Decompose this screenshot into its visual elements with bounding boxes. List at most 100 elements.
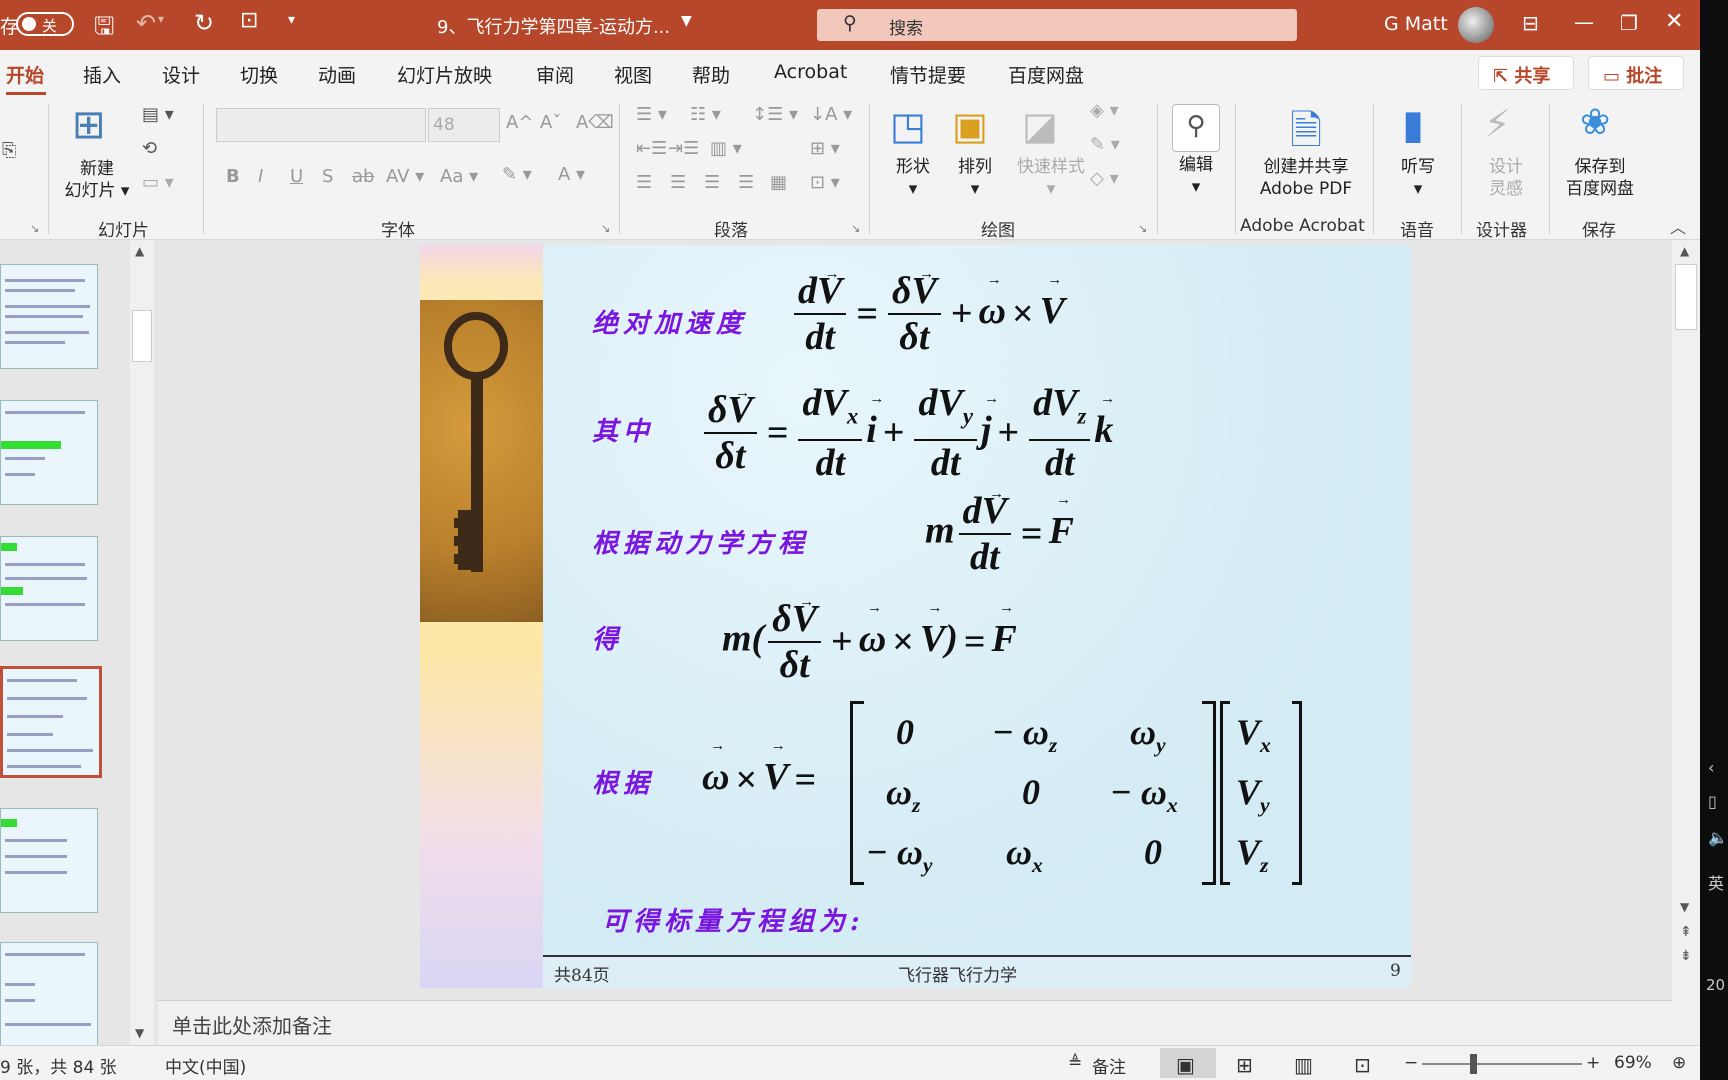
chevron-left-icon[interactable]: ‹ (1708, 758, 1714, 777)
tab-view[interactable]: 视图 (614, 61, 652, 88)
drawing-launcher-icon[interactable]: ↘ (1138, 222, 1147, 235)
slide-thumbnail[interactable] (0, 942, 98, 1047)
shape-outline-icon[interactable]: ✎ ▾ (1090, 134, 1120, 155)
notes-scrollbar[interactable] (1672, 1000, 1700, 1045)
save-to-baidu-button[interactable]: 保存到 百度网盘 (1560, 156, 1640, 200)
shapes-button[interactable]: 形状 ▾ (884, 156, 942, 200)
user-name[interactable]: G Matt (1384, 13, 1448, 35)
increase-indent-icon[interactable]: ⇥☰ (668, 138, 699, 159)
layout-icon[interactable]: ▤ ▾ (142, 104, 174, 125)
document-title[interactable]: 9、飞行力学第四章-运动方... (437, 13, 670, 39)
slide[interactable]: 绝对加速度 dVdt=δVδt+ω×V 其中 δVδt=dVxdti+dVydt… (420, 245, 1411, 988)
quick-styles-button[interactable]: 快速样式 ▾ (1008, 156, 1094, 200)
new-slide-button[interactable]: 新建 幻灯片 ▾ (62, 158, 132, 202)
bold-icon[interactable]: B (226, 166, 240, 187)
font-name-field[interactable] (216, 108, 426, 142)
distribute-icon[interactable]: ▦ (770, 172, 787, 193)
zoom-level[interactable]: 69% (1614, 1053, 1652, 1073)
design-ideas-button[interactable]: 设计 灵感 (1474, 156, 1538, 200)
scroll-up-icon[interactable]: ▲ (1680, 244, 1689, 258)
slide-thumbnail[interactable] (0, 536, 98, 641)
section-icon[interactable]: ▭ ▾ (142, 172, 174, 193)
slide-thumbnail[interactable] (0, 400, 98, 505)
numbering-icon[interactable]: ☷ ▾ (690, 104, 721, 125)
increase-font-icon[interactable]: A^ (506, 112, 533, 133)
tab-acrobat[interactable]: Acrobat (774, 61, 847, 83)
dictate-button[interactable]: 听写 ▾ (1386, 156, 1450, 200)
present-icon[interactable]: ⊡ (240, 8, 258, 33)
tab-transitions[interactable]: 切换 (240, 61, 278, 88)
text-direction-icon[interactable]: ↓A ▾ (810, 104, 852, 125)
tab-review[interactable]: 审阅 (536, 61, 574, 88)
zoom-slider-handle[interactable] (1470, 1054, 1477, 1074)
strikethrough-icon[interactable]: ab (352, 166, 374, 187)
font-launcher-icon[interactable]: ↘ (601, 222, 610, 235)
tab-animations[interactable]: 动画 (318, 61, 356, 88)
change-case-icon[interactable]: Aa ▾ (440, 166, 478, 187)
notes-pane[interactable]: 单击此处添加备注 (158, 1000, 1672, 1045)
tab-insert[interactable]: 插入 (83, 61, 121, 88)
create-pdf-button[interactable]: 创建并共享 Adobe PDF (1246, 156, 1366, 200)
align-center-icon[interactable]: ☰ (670, 172, 686, 193)
normal-view-icon[interactable]: ▣ (1176, 1053, 1195, 1077)
line-spacing-icon[interactable]: ↕☰ ▾ (752, 104, 798, 125)
bullets-icon[interactable]: ☰ ▾ (636, 104, 667, 125)
font-size-field[interactable]: 48 (428, 108, 500, 142)
restore-icon[interactable]: ❐ (1620, 11, 1638, 35)
volume-icon[interactable]: 🔈 (1708, 828, 1728, 847)
tab-help[interactable]: 帮助 (692, 61, 730, 88)
previous-slide-icon[interactable]: ⇞ (1680, 924, 1692, 940)
fit-to-window-icon[interactable]: ⊕ (1672, 1053, 1686, 1073)
underline-icon[interactable]: U (290, 166, 303, 187)
tab-storyboard[interactable]: 情节提要 (890, 61, 966, 88)
tab-home[interactable]: 开始 (6, 61, 44, 88)
highlight-icon[interactable]: ✎ ▾ (502, 164, 532, 185)
slide-thumbnail-current[interactable] (0, 666, 102, 778)
decrease-indent-icon[interactable]: ⇤☰ (636, 138, 667, 159)
spacing-icon[interactable]: AV ▾ (386, 166, 424, 187)
decrease-font-icon[interactable]: Aˇ (540, 112, 561, 133)
shape-effects-icon[interactable]: ◇ ▾ (1090, 168, 1119, 189)
undo-dropdown-icon[interactable]: ▾ (158, 12, 164, 26)
align-right-icon[interactable]: ☰ (704, 172, 720, 193)
scroll-down-icon[interactable]: ▼ (1680, 900, 1689, 914)
language-indicator[interactable]: 中文(中国) (165, 1053, 246, 1078)
slide-thumbnail[interactable] (0, 264, 98, 369)
copy-icon[interactable]: ⎘ (2, 140, 16, 161)
comment-button[interactable]: ▭ 批注 (1588, 56, 1684, 90)
notes-toggle-icon[interactable]: ≜ (1068, 1053, 1082, 1073)
slideshow-icon[interactable]: ⊡ (1354, 1053, 1371, 1077)
scrollbar-thumb[interactable] (1675, 264, 1697, 330)
slide-thumbnail[interactable] (0, 808, 98, 913)
thumbnail-scrollbar[interactable]: ▲ ▼ (130, 240, 154, 1045)
title-dropdown-icon[interactable]: ▼ (681, 13, 692, 29)
zoom-slider[interactable] (1422, 1063, 1582, 1065)
slide-sorter-icon[interactable]: ⊞ (1236, 1053, 1253, 1077)
scroll-up-icon[interactable]: ▲ (135, 244, 144, 258)
zoom-out-icon[interactable]: − (1404, 1053, 1418, 1073)
next-slide-icon[interactable]: ⇟ (1680, 948, 1692, 964)
customize-toolbar-icon[interactable]: ▾ (288, 12, 295, 28)
font-color-icon[interactable]: A ▾ (558, 164, 585, 185)
ribbon-display-icon[interactable]: ⊟ (1522, 11, 1539, 35)
clipboard-launcher-icon[interactable]: ↘ (30, 222, 39, 235)
avatar[interactable] (1458, 7, 1494, 43)
save-icon[interactable]: 🖫 (94, 9, 114, 50)
collapse-ribbon-icon[interactable]: ︿ (1670, 214, 1686, 238)
justify-icon[interactable]: ☰ (738, 172, 754, 193)
tab-slideshow[interactable]: 幻灯片放映 (397, 61, 492, 88)
tab-baidu[interactable]: 百度网盘 (1008, 61, 1084, 88)
shape-fill-icon[interactable]: ◈ ▾ (1090, 100, 1119, 121)
editing-button[interactable]: 编辑 ▾ (1162, 154, 1230, 198)
minimize-icon[interactable]: — (1574, 10, 1594, 34)
clear-format-icon[interactable]: A⌫ (576, 112, 614, 133)
zoom-in-icon[interactable]: + (1586, 1053, 1600, 1073)
canvas-scrollbar[interactable]: ▲ ▼ ⇞ ⇟ (1672, 240, 1700, 1000)
redo-icon[interactable]: ↻ (194, 9, 214, 37)
reading-view-icon[interactable]: ▥ (1294, 1053, 1313, 1077)
close-icon[interactable]: ✕ (1665, 9, 1683, 34)
ime-icon[interactable]: 英 (1708, 870, 1724, 894)
italic-icon[interactable]: I (258, 166, 263, 187)
tab-design[interactable]: 设计 (162, 61, 200, 88)
search-box[interactable]: ⚲ 搜索 (817, 9, 1297, 41)
